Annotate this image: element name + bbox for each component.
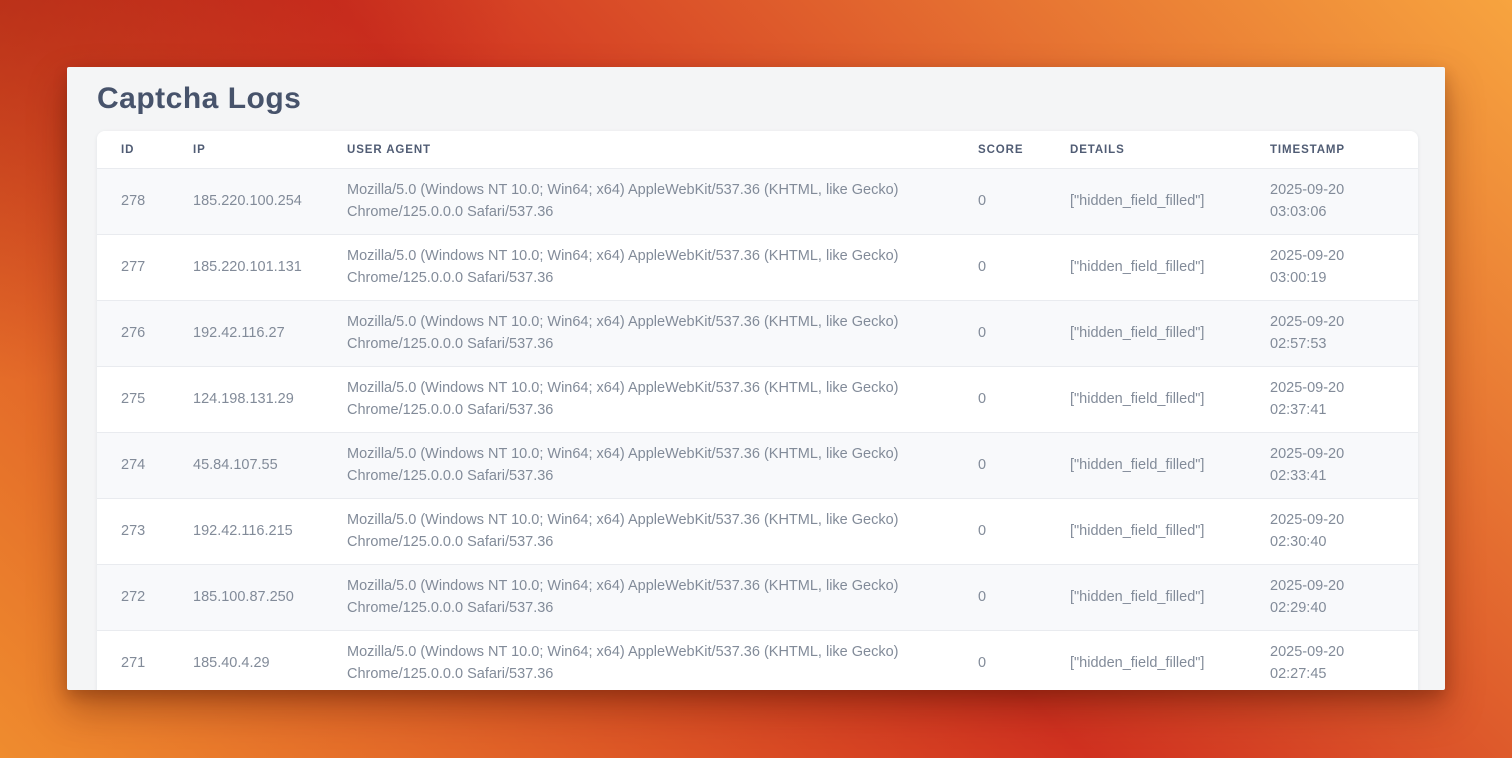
cell-ip: 45.84.107.55 xyxy=(193,433,347,499)
cell-score: 0 xyxy=(978,433,1070,499)
cell-user-agent: Mozilla/5.0 (Windows NT 10.0; Win64; x64… xyxy=(347,169,978,235)
cell-timestamp: 2025-09-20 02:29:40 xyxy=(1270,565,1418,631)
cell-user-agent: Mozilla/5.0 (Windows NT 10.0; Win64; x64… xyxy=(347,433,978,499)
cell-score: 0 xyxy=(978,301,1070,367)
cell-id: 273 xyxy=(97,499,193,565)
column-header-ip: IP xyxy=(193,131,347,169)
cell-timestamp: 2025-09-20 02:57:53 xyxy=(1270,301,1418,367)
table-header: ID IP USER AGENT SCORE DETAILS TIMESTAMP xyxy=(97,131,1418,169)
cell-score: 0 xyxy=(978,169,1070,235)
table-row: 271185.40.4.29Mozilla/5.0 (Windows NT 10… xyxy=(97,631,1418,691)
cell-details: ["hidden_field_filled"] xyxy=(1070,631,1270,691)
captcha-logs-card: Captcha Logs ID IP USER AGENT SCORE DETA… xyxy=(67,67,1445,690)
table-header-row: ID IP USER AGENT SCORE DETAILS TIMESTAMP xyxy=(97,131,1418,169)
cell-id: 272 xyxy=(97,565,193,631)
column-header-details: DETAILS xyxy=(1070,131,1270,169)
column-header-timestamp: TIMESTAMP xyxy=(1270,131,1418,169)
cell-details: ["hidden_field_filled"] xyxy=(1070,301,1270,367)
cell-timestamp: 2025-09-20 02:27:45 xyxy=(1270,631,1418,691)
cell-id: 277 xyxy=(97,235,193,301)
column-header-score: SCORE xyxy=(978,131,1070,169)
cell-timestamp: 2025-09-20 02:33:41 xyxy=(1270,433,1418,499)
cell-id: 278 xyxy=(97,169,193,235)
logs-table-body: 278185.220.100.254Mozilla/5.0 (Windows N… xyxy=(97,169,1418,691)
cell-id: 275 xyxy=(97,367,193,433)
column-header-id: ID xyxy=(97,131,193,169)
cell-user-agent: Mozilla/5.0 (Windows NT 10.0; Win64; x64… xyxy=(347,631,978,691)
table-row: 273192.42.116.215Mozilla/5.0 (Windows NT… xyxy=(97,499,1418,565)
page-background: { "header": { "title": "Captcha Logs" },… xyxy=(0,0,1512,758)
cell-id: 276 xyxy=(97,301,193,367)
cell-timestamp: 2025-09-20 03:00:19 xyxy=(1270,235,1418,301)
cell-id: 274 xyxy=(97,433,193,499)
table-row: 272185.100.87.250Mozilla/5.0 (Windows NT… xyxy=(97,565,1418,631)
cell-user-agent: Mozilla/5.0 (Windows NT 10.0; Win64; x64… xyxy=(347,499,978,565)
cell-ip: 185.100.87.250 xyxy=(193,565,347,631)
cell-timestamp: 2025-09-20 02:30:40 xyxy=(1270,499,1418,565)
table-row: 278185.220.100.254Mozilla/5.0 (Windows N… xyxy=(97,169,1418,235)
cell-id: 271 xyxy=(97,631,193,691)
column-header-user-agent: USER AGENT xyxy=(347,131,978,169)
table-row: 277185.220.101.131Mozilla/5.0 (Windows N… xyxy=(97,235,1418,301)
cell-details: ["hidden_field_filled"] xyxy=(1070,565,1270,631)
cell-timestamp: 2025-09-20 03:03:06 xyxy=(1270,169,1418,235)
cell-user-agent: Mozilla/5.0 (Windows NT 10.0; Win64; x64… xyxy=(347,301,978,367)
cell-score: 0 xyxy=(978,367,1070,433)
cell-ip: 185.220.101.131 xyxy=(193,235,347,301)
page-title: Captcha Logs xyxy=(97,67,1418,131)
cell-details: ["hidden_field_filled"] xyxy=(1070,433,1270,499)
cell-timestamp: 2025-09-20 02:37:41 xyxy=(1270,367,1418,433)
cell-details: ["hidden_field_filled"] xyxy=(1070,499,1270,565)
cell-details: ["hidden_field_filled"] xyxy=(1070,169,1270,235)
logs-table: ID IP USER AGENT SCORE DETAILS TIMESTAMP… xyxy=(97,131,1418,690)
cell-ip: 185.220.100.254 xyxy=(193,169,347,235)
cell-score: 0 xyxy=(978,631,1070,691)
cell-score: 0 xyxy=(978,565,1070,631)
table-row: 276192.42.116.27Mozilla/5.0 (Windows NT … xyxy=(97,301,1418,367)
table-row: 275124.198.131.29Mozilla/5.0 (Windows NT… xyxy=(97,367,1418,433)
table-row: 27445.84.107.55Mozilla/5.0 (Windows NT 1… xyxy=(97,433,1418,499)
cell-user-agent: Mozilla/5.0 (Windows NT 10.0; Win64; x64… xyxy=(347,367,978,433)
cell-user-agent: Mozilla/5.0 (Windows NT 10.0; Win64; x64… xyxy=(347,235,978,301)
cell-ip: 185.40.4.29 xyxy=(193,631,347,691)
cell-ip: 192.42.116.215 xyxy=(193,499,347,565)
logs-table-container: ID IP USER AGENT SCORE DETAILS TIMESTAMP… xyxy=(97,131,1418,690)
cell-user-agent: Mozilla/5.0 (Windows NT 10.0; Win64; x64… xyxy=(347,565,978,631)
cell-score: 0 xyxy=(978,235,1070,301)
cell-details: ["hidden_field_filled"] xyxy=(1070,235,1270,301)
cell-score: 0 xyxy=(978,499,1070,565)
cell-ip: 192.42.116.27 xyxy=(193,301,347,367)
cell-details: ["hidden_field_filled"] xyxy=(1070,367,1270,433)
cell-ip: 124.198.131.29 xyxy=(193,367,347,433)
